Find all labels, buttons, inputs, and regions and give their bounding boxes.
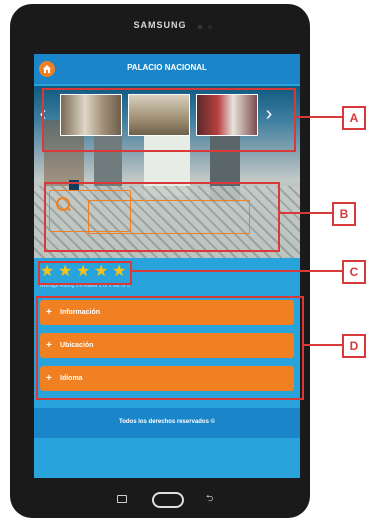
callout-line-a [294,116,344,118]
callout-line-d [302,344,344,346]
callout-box-b [44,182,280,252]
app-bar: PALACIO NACIONAL [34,54,300,84]
callout-label-d: D [342,334,366,358]
camera-icon [198,25,202,29]
sensor-icon [208,25,212,29]
device-nav-bar: ⮌ [0,492,320,508]
callout-label-a: A [342,106,366,130]
callout-box-c [38,261,132,285]
home-key-icon[interactable] [152,492,184,508]
page-title: PALACIO NACIONAL [127,63,207,72]
callout-box-d [36,296,304,400]
callout-label-b: B [332,202,356,226]
footer-text: Todos los derechos reservados © [118,419,215,425]
recent-apps-icon[interactable] [117,495,127,503]
callout-line-c [130,270,344,272]
back-icon[interactable]: ⮌ [206,493,213,503]
callout-label-c: C [342,260,366,284]
device-brand: SAMSUNG [133,20,187,30]
callout-box-a [42,88,296,152]
callout-line-b [278,212,334,214]
